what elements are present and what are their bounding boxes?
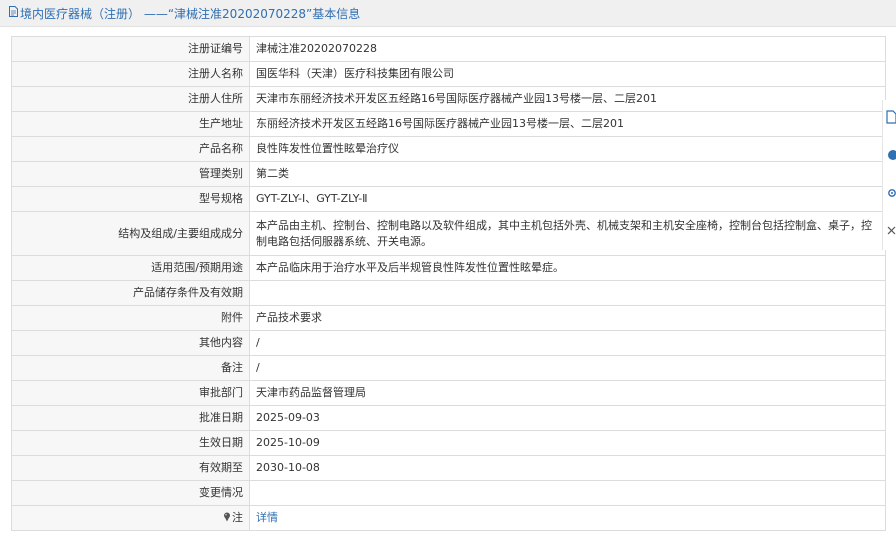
table-row: 备注 / [11,355,886,381]
table-row: 生产地址 东丽经济技术开发区五经路16号国际医疗器械产业园13号楼一层、二层20… [11,111,886,137]
row-label: 附件 [11,305,250,331]
table-row: 附件 产品技术要求 [11,305,886,331]
row-label: 变更情况 [11,480,250,506]
row-value: GYT-ZLY-Ⅰ、GYT-ZLY-Ⅱ [249,186,886,212]
breadcrumb-link[interactable]: 境内医疗器械（注册） [20,7,140,21]
row-value [249,280,886,306]
table-row: 变更情况 [11,480,886,506]
note-label: 注 [232,511,243,524]
row-label: 生产地址 [11,111,250,137]
row-label: 审批部门 [11,380,250,406]
table-row: 批准日期 2025-09-03 [11,405,886,431]
row-value: 2030-10-08 [249,455,886,481]
table-row: 型号规格 GYT-ZLY-Ⅰ、GYT-ZLY-Ⅱ [11,186,886,212]
row-value: 国医华科（天津）医疗科技集团有限公司 [249,61,886,87]
row-label: 注 [11,505,250,531]
document-icon [9,6,18,17]
row-value [249,480,886,506]
pin-icon [224,512,230,522]
row-label: 适用范围/预期用途 [11,255,250,281]
row-label: 结构及组成/主要组成成分 [11,211,250,256]
row-label: 批准日期 [11,405,250,431]
info-icon[interactable] [886,148,896,162]
row-label: 注册证编号 [11,36,250,62]
table-row-note: 注 详情 [11,505,886,531]
row-value: 天津市药品监督管理局 [249,380,886,406]
row-label: 注册人住所 [11,86,250,112]
row-value: 第二类 [249,161,886,187]
table-row: 有效期至 2030-10-08 [11,455,886,481]
row-value: 东丽经济技术开发区五经路16号国际医疗器械产业园13号楼一层、二层201 [249,111,886,137]
row-value: / [249,355,886,381]
table-row: 产品储存条件及有效期 [11,280,886,306]
row-label: 产品名称 [11,136,250,162]
table-row: 其他内容 / [11,330,886,356]
table-row: 产品名称 良性阵发性位置性眩晕治疗仪 [11,136,886,162]
table-row: 注册人住所 天津市东丽经济技术开发区五经路16号国际医疗器械产业园13号楼一层、… [11,86,886,112]
row-label: 注册人名称 [11,61,250,87]
page-header: 境内医疗器械（注册） ——“津械注准20202070228”基本信息 [0,0,896,27]
row-label: 产品储存条件及有效期 [11,280,250,306]
row-value: 2025-09-03 [249,405,886,431]
row-value: / [249,330,886,356]
table-row: 审批部门 天津市药品监督管理局 [11,380,886,406]
settings-icon[interactable] [886,186,896,200]
table-row: 适用范围/预期用途 本产品临床用于治疗水平及后半规管良性阵发性位置性眩晕症。 [11,255,886,281]
page-title-text: ——“津械注准20202070228”基本信息 [140,7,361,21]
row-label: 备注 [11,355,250,381]
row-value: 详情 [249,505,886,531]
row-label: 生效日期 [11,430,250,456]
table-row: 管理类别 第二类 [11,161,886,187]
row-value: 天津市东丽经济技术开发区五经路16号国际医疗器械产业园13号楼一层、二层201 [249,86,886,112]
table-row: 注册人名称 国医华科（天津）医疗科技集团有限公司 [11,61,886,87]
row-label: 其他内容 [11,330,250,356]
row-value: 本产品临床用于治疗水平及后半规管良性阵发性位置性眩晕症。 [249,255,886,281]
document-icon[interactable] [886,110,896,124]
row-value: 本产品由主机、控制台、控制电路以及软件组成，其中主机包括外壳、机械支架和主机安全… [249,211,886,256]
row-value: 良性阵发性位置性眩晕治疗仪 [249,136,886,162]
table-row: 结构及组成/主要组成成分 本产品由主机、控制台、控制电路以及软件组成，其中主机包… [11,211,886,256]
row-label: 型号规格 [11,186,250,212]
row-value: 2025-10-09 [249,430,886,456]
details-link[interactable]: 详情 [256,511,278,524]
row-value: 津械注准20202070228 [249,36,886,62]
table-row: 生效日期 2025-10-09 [11,430,886,456]
side-toolbar [882,100,896,250]
table-row: 注册证编号 津械注准20202070228 [11,36,886,62]
page-title: 境内医疗器械（注册） ——“津械注准20202070228”基本信息 [20,5,360,22]
row-label: 有效期至 [11,455,250,481]
row-label: 管理类别 [11,161,250,187]
close-icon[interactable] [886,224,896,238]
row-value: 产品技术要求 [249,305,886,331]
info-table: 注册证编号 津械注准20202070228 注册人名称 国医华科（天津）医疗科技… [11,36,886,531]
